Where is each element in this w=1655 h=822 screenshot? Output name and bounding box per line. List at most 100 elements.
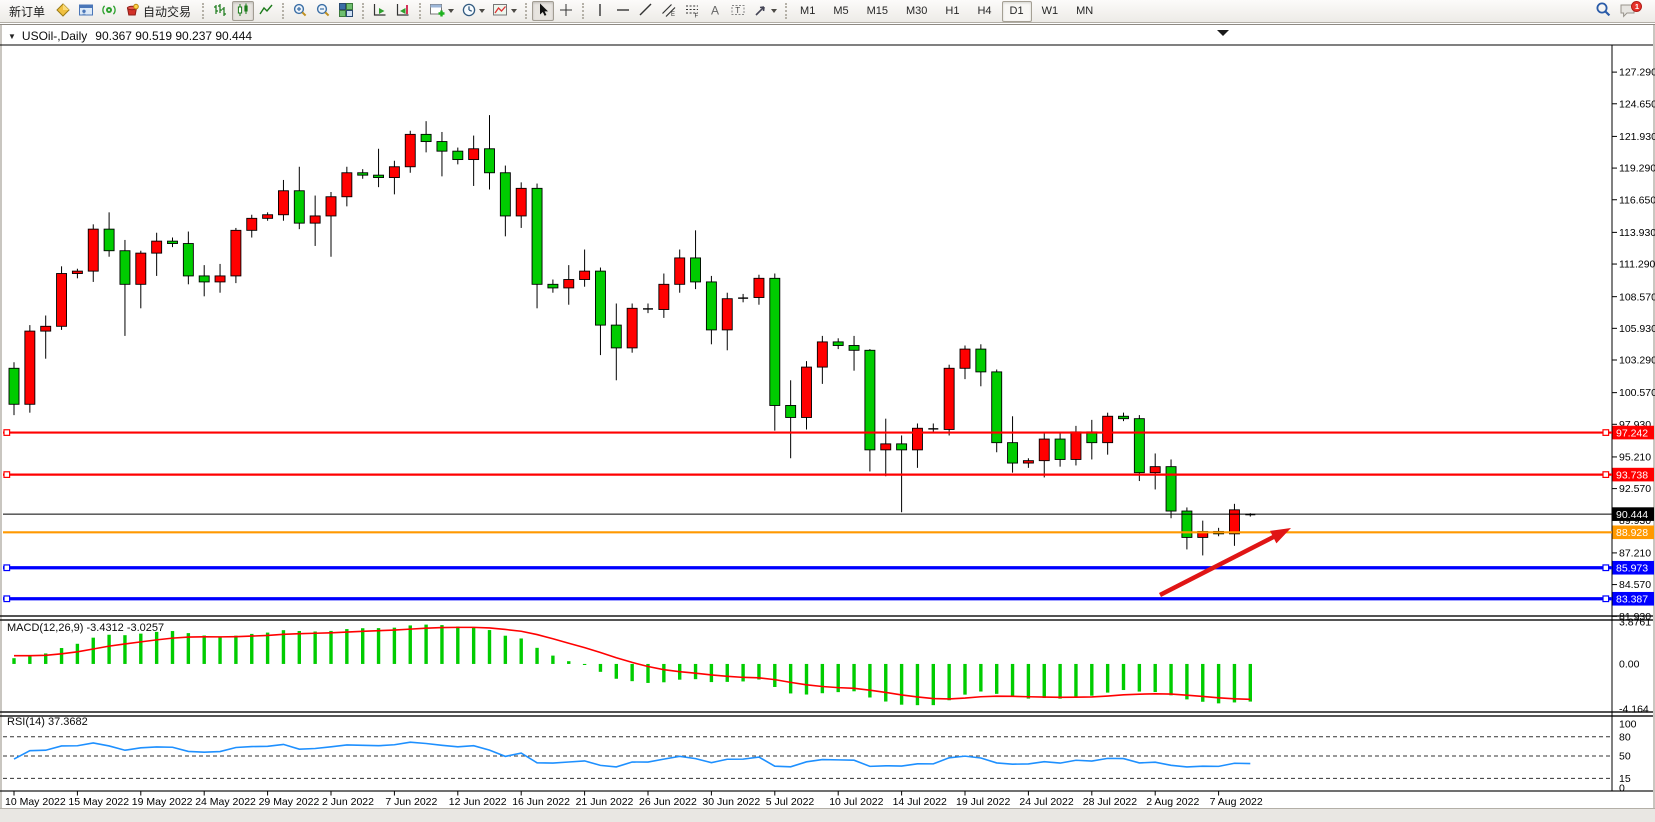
zoom-out-button[interactable] (312, 1, 334, 21)
candle-body (658, 283, 670, 310)
chat-bubble-icon: 1 (1619, 0, 1643, 22)
chart-title: USOil-,Daily (21, 29, 88, 43)
auto-scroll-button[interactable] (369, 1, 391, 21)
autotrading-icon (124, 2, 140, 21)
timeframe-h1[interactable]: H1 (937, 1, 967, 22)
search-button[interactable] (1592, 1, 1615, 21)
quotes-button[interactable] (52, 1, 74, 21)
text-tool-button[interactable]: A (704, 1, 726, 21)
candle-body (151, 240, 163, 254)
line-selection-handle[interactable] (1602, 471, 1610, 478)
signal-button[interactable] (98, 1, 120, 21)
notification-count: 1 (1635, 2, 1639, 11)
autotrading-label: 自动交易 (143, 4, 192, 19)
oct-collapse-icon[interactable]: ▼ (8, 32, 16, 41)
vertical-line-tool-button[interactable] (589, 1, 611, 21)
candlestick-chart-button[interactable] (232, 1, 255, 21)
time-axis-label: 30 Jun 2022 (702, 796, 760, 808)
chart-titlebar: ▼ USOil-,Daily 90.367 90.519 90.237 90.4… (8, 29, 252, 43)
crosshair-tool-button[interactable] (555, 1, 577, 21)
svg-text:F: F (695, 13, 699, 18)
new-chart-button[interactable] (426, 1, 457, 21)
line-selection-handle[interactable] (3, 595, 11, 603)
time-axis-label: 10 May 2022 (5, 796, 66, 808)
cursor-tool-button[interactable] (532, 1, 555, 21)
trendline-tool-button[interactable] (635, 1, 657, 21)
autotrading-button[interactable]: 自动交易 (121, 1, 197, 21)
period-button[interactable] (458, 1, 488, 21)
trend-arrow-head[interactable] (1270, 528, 1291, 544)
line-chart-button[interactable] (255, 1, 277, 21)
candle-body (293, 190, 305, 224)
tile-windows-button[interactable] (335, 1, 357, 21)
line-selection-handle[interactable] (3, 429, 11, 436)
timeframe-m15[interactable]: M15 (859, 1, 896, 22)
text-label-tool-button[interactable]: T (727, 1, 749, 21)
horizontal-line-tool-button[interactable] (612, 1, 634, 21)
channel-tool-button[interactable]: E (658, 1, 680, 21)
timeframe-mn[interactable]: MN (1068, 1, 1101, 22)
timeframe-m5[interactable]: M5 (825, 1, 856, 22)
chart-shift-marker-icon[interactable] (1217, 30, 1229, 36)
trend-arrow-object[interactable] (1158, 531, 1282, 597)
line-selection-handle[interactable] (1602, 595, 1610, 603)
svg-text:A: A (711, 3, 719, 17)
price-axis-label: 124.650 (1619, 98, 1655, 110)
indicators-button[interactable] (489, 1, 520, 21)
timeframe-d1[interactable]: D1 (1001, 0, 1032, 22)
time-axis-label: 19 Jul 2022 (956, 796, 1010, 808)
rsi-name: RSI(14) (7, 716, 45, 728)
broadcast-icon (101, 2, 117, 21)
dropdown-caret-icon (771, 9, 778, 13)
time-axis-label: 2 Jun 2022 (322, 796, 374, 808)
arrows-tool-button[interactable] (750, 1, 780, 21)
candle-body (563, 279, 575, 289)
chart-canvas[interactable]: 127.290 124.650 121.930 119.290 116.650 113.9… (0, 25, 1655, 809)
macd-signal-line (13, 626, 1251, 701)
price-axis-label: 113.930 (1619, 227, 1655, 239)
candle-body (468, 148, 480, 161)
candle-body (325, 196, 337, 217)
new-chart-icon (429, 2, 446, 21)
dropdown-caret-icon (511, 9, 518, 13)
candle-body (1165, 466, 1177, 512)
new-order-button[interactable]: 新订单 (3, 1, 51, 21)
notifications-button[interactable]: 1 (1616, 0, 1646, 22)
timeframe-w1[interactable]: W1 (1034, 1, 1067, 22)
candle-body (848, 345, 860, 351)
bar-chart-button[interactable] (209, 1, 231, 21)
time-axis-label: 5 Jul 2022 (766, 796, 815, 808)
timeframe-h4[interactable]: H4 (969, 1, 999, 22)
window-bottom-edge (0, 808, 1655, 822)
candle-body (1118, 415, 1129, 420)
candle-body (975, 348, 987, 373)
candle-body (71, 270, 83, 274)
rsi-indicator-label: RSI(14) 37.3682 (7, 716, 88, 728)
line-selection-handle[interactable] (1602, 429, 1610, 436)
candle-body (167, 240, 178, 244)
zoom-in-button[interactable] (289, 1, 311, 21)
price-axis-label: 121.930 (1619, 131, 1655, 143)
candle-body (214, 275, 226, 283)
line-selection-handle[interactable] (1602, 564, 1610, 572)
line-selection-handle[interactable] (3, 564, 11, 572)
fibonacci-tool-button[interactable]: F (681, 1, 703, 21)
timeframe-m1[interactable]: M1 (792, 1, 823, 22)
timeframe-m30[interactable]: M30 (898, 1, 935, 22)
time-axis-label: 7 Aug 2022 (1210, 796, 1263, 808)
candle-body (309, 215, 321, 224)
chart-shift-button[interactable] (392, 1, 414, 21)
candle-body (1038, 438, 1050, 462)
time-axis-label: 29 May 2022 (259, 796, 320, 808)
trendline-icon (638, 2, 654, 21)
price-axis-label: 108.570 (1619, 291, 1655, 303)
toolbar-grip (202, 3, 205, 19)
time-axis-label: 2 Aug 2022 (1146, 796, 1199, 808)
market-watch-button[interactable] (75, 1, 97, 21)
line-selection-handle[interactable] (3, 471, 11, 478)
toolbar-grip (282, 3, 285, 19)
candle-body (626, 307, 638, 349)
time-axis-label: 10 Jul 2022 (829, 796, 883, 808)
candle-body (816, 341, 828, 368)
candle-body (705, 281, 717, 331)
